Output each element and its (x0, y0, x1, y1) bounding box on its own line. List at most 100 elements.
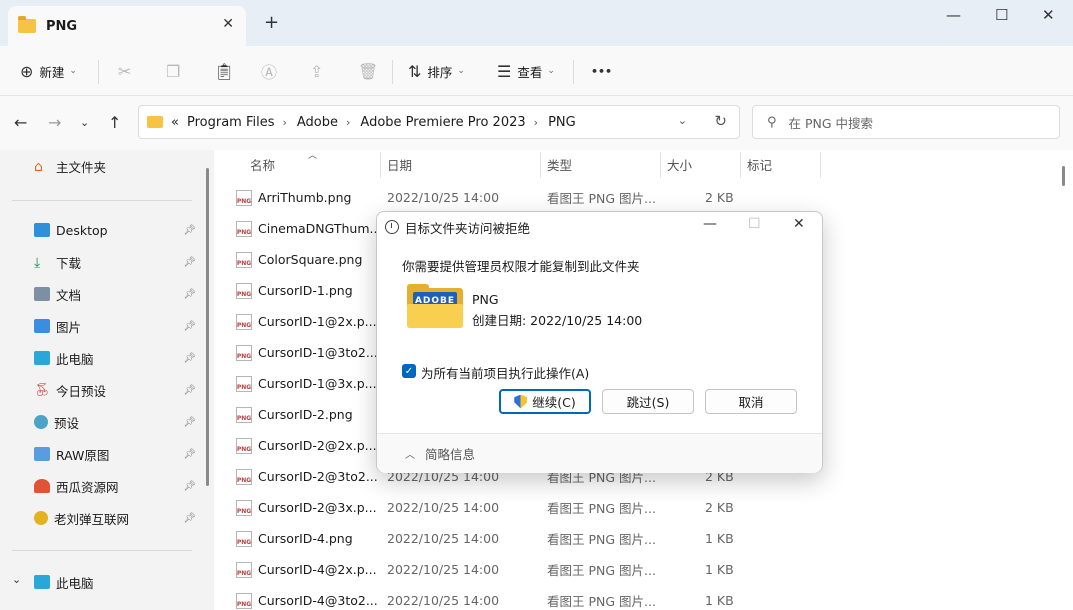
sidebar-item-xigua[interactable]: 西瓜资源网 📌︎ (34, 472, 204, 500)
pin-icon[interactable]: 📌︎ (183, 289, 196, 300)
table-row[interactable]: PNG ArriThumb.png 2022/10/25 14:00 看图王 PNG … (236, 182, 1056, 213)
clock-icon (385, 220, 399, 234)
pin-icon[interactable]: 📌︎ (183, 449, 196, 460)
sidebar-item-today-presets[interactable]: 🍒︎ 今日预设 📌︎ (34, 376, 204, 404)
forward-arrow-icon[interactable]: → (48, 113, 61, 132)
search-input[interactable]: ⚲ 在 PNG 中搜索 (752, 105, 1060, 139)
divider (392, 60, 393, 84)
sidebar-item-pictures[interactable]: 图片 📌︎ (34, 312, 204, 340)
sidebar-item-home[interactable]: ⌂ 主文件夹 (34, 152, 204, 180)
close-button[interactable]: ✕ (1042, 6, 1055, 24)
table-row[interactable]: PNG CursorID-2@3x.p... 2022/10/25 14:00 看图王… (236, 492, 1056, 523)
cancel-button[interactable]: 取消 (705, 389, 797, 414)
chevron-right-icon[interactable]: › (534, 116, 538, 129)
dialog-title: 目标文件夹访问被拒绝 (405, 220, 531, 236)
apply-all-checkbox[interactable]: ✓ (402, 364, 416, 378)
dialog-footer[interactable]: ︿ 简略信息 (377, 433, 822, 473)
sidebar-item-downloads[interactable]: ⤓ 下载 📌︎ (34, 248, 204, 276)
table-row[interactable]: PNG CursorID-4@3to2... 2022/10/25 14:00 看图王… (236, 585, 1056, 610)
file-date: 2022/10/25 14:00 (387, 593, 500, 608)
view-list-icon: ☰ (497, 61, 512, 81)
file-name: CursorID-4@3to2... (258, 593, 378, 608)
chevron-right-icon[interactable]: › (346, 116, 350, 129)
sidebar-item-raw[interactable]: RAW原图 📌︎ (34, 440, 204, 468)
file-name: CursorID-1@2x.p... (258, 314, 377, 329)
sidebar-item-laoliu[interactable]: 老刘弹互联网 📌︎ (34, 504, 204, 532)
tab-close-icon[interactable]: ✕ (222, 16, 234, 32)
column-header-tags[interactable]: 标记 (747, 150, 772, 178)
dialog-close-button[interactable]: ✕ (793, 216, 805, 232)
continue-button[interactable]: 继续(C) (499, 389, 591, 414)
back-arrow-icon[interactable]: ← (14, 113, 27, 132)
sidebar-item-label: 图片 (56, 319, 82, 335)
pin-icon[interactable]: 📌︎ (183, 385, 196, 396)
column-header-name[interactable]: 名称 (250, 150, 275, 178)
sidebar-scrollbar[interactable] (206, 168, 209, 486)
breadcrumb-overflow[interactable]: « (171, 115, 179, 130)
column-divider[interactable] (820, 152, 821, 178)
view-button[interactable]: ☰ 查看 ⌄ (497, 46, 555, 96)
new-button[interactable]: ⊕ 新建 ⌄ (20, 46, 77, 96)
pin-icon[interactable]: 📌︎ (183, 481, 196, 492)
png-file-icon: PNG (236, 406, 252, 423)
sidebar-item-desktop[interactable]: Desktop 📌︎ (34, 216, 204, 244)
up-arrow-icon[interactable]: ↑ (108, 113, 121, 132)
skip-button[interactable]: 跳过(S) (602, 389, 694, 414)
chevron-right-icon[interactable]: › (282, 116, 286, 129)
preset-icon (34, 415, 48, 429)
pin-icon[interactable]: 📌︎ (183, 257, 196, 268)
table-row[interactable]: PNG CursorID-4@2x.p... 2022/10/25 14:00 看图王… (236, 554, 1056, 585)
cherry-icon: 🍒︎ (34, 383, 51, 398)
file-type: 看图王 PNG 图片... (547, 501, 656, 516)
minimize-button[interactable]: — (946, 6, 961, 24)
more-button[interactable]: ••• (591, 46, 612, 96)
address-bar[interactable]: « Program Files › Adobe › Adobe Premiere… (138, 105, 740, 139)
sidebar-item-this-pc-pinned[interactable]: 此电脑 📌︎ (34, 344, 204, 372)
tab-title: PNG (46, 18, 78, 34)
breadcrumb-premiere[interactable]: Adobe Premiere Pro 2023 (360, 115, 525, 130)
sidebar-item-documents[interactable]: 文档 📌︎ (34, 280, 204, 308)
share-button[interactable]: ⇪ (310, 46, 323, 96)
new-tab-button[interactable]: + (264, 12, 279, 33)
column-header-size[interactable]: 大小 (667, 150, 692, 178)
column-divider[interactable] (540, 152, 541, 178)
pin-icon[interactable]: 📌︎ (183, 321, 196, 332)
file-name: CursorID-2@2x.p... (258, 438, 377, 453)
sidebar-item-presets[interactable]: 预设 📌︎ (34, 408, 204, 436)
cut-button[interactable]: ✂ (118, 46, 131, 96)
sort-button[interactable]: ⇅ 排序 ⌄ (408, 46, 465, 96)
dialog-minimize-button[interactable]: — (703, 216, 717, 232)
breadcrumb-adobe[interactable]: Adobe (297, 115, 338, 130)
rename-button[interactable]: Ⓐ (261, 46, 277, 96)
column-divider[interactable] (740, 152, 741, 178)
pin-icon[interactable]: 📌︎ (183, 513, 196, 524)
sidebar-item-label: 文档 (56, 287, 82, 303)
pin-icon[interactable]: 📌︎ (183, 417, 196, 428)
column-header-date[interactable]: 日期 (387, 150, 412, 178)
column-divider[interactable] (380, 152, 381, 178)
sidebar-item-this-pc[interactable]: 此电脑 (34, 568, 204, 596)
copy-button[interactable]: ❐ (166, 46, 180, 96)
column-divider[interactable] (660, 152, 661, 178)
expand-chevron-icon[interactable]: ⌄ (12, 573, 21, 586)
breadcrumb-png[interactable]: PNG (548, 115, 576, 130)
tab-png[interactable]: PNG ✕ (8, 6, 246, 46)
folder-icon (147, 116, 163, 128)
png-file-icon: PNG (236, 189, 252, 206)
delete-button[interactable]: 🗑︎ (358, 46, 378, 96)
maximize-button[interactable]: ☐ (995, 6, 1008, 24)
file-list-scrollbar[interactable] (1062, 166, 1065, 186)
breadcrumb-program-files[interactable]: Program Files (187, 115, 275, 130)
pin-icon[interactable]: 📌︎ (183, 225, 196, 236)
table-row[interactable]: PNG CursorID-4.png 2022/10/25 14:00 看图王 PNG… (236, 523, 1056, 554)
apply-all-label[interactable]: 为所有当前项目执行此操作(A) (421, 363, 589, 382)
file-type: 看图王 PNG 图片... (547, 532, 656, 547)
file-date: 2022/10/25 14:00 (387, 190, 500, 205)
file-type: 看图王 PNG 图片... (547, 191, 656, 206)
paste-button[interactable]: 📋︎ (214, 46, 234, 96)
pin-icon[interactable]: 📌︎ (183, 353, 196, 364)
refresh-icon[interactable]: ↻ (714, 112, 727, 130)
column-header-type[interactable]: 类型 (547, 150, 572, 178)
recent-chevron-icon[interactable]: ⌄ (80, 116, 89, 129)
chevron-down-icon[interactable]: ⌄ (678, 114, 687, 127)
